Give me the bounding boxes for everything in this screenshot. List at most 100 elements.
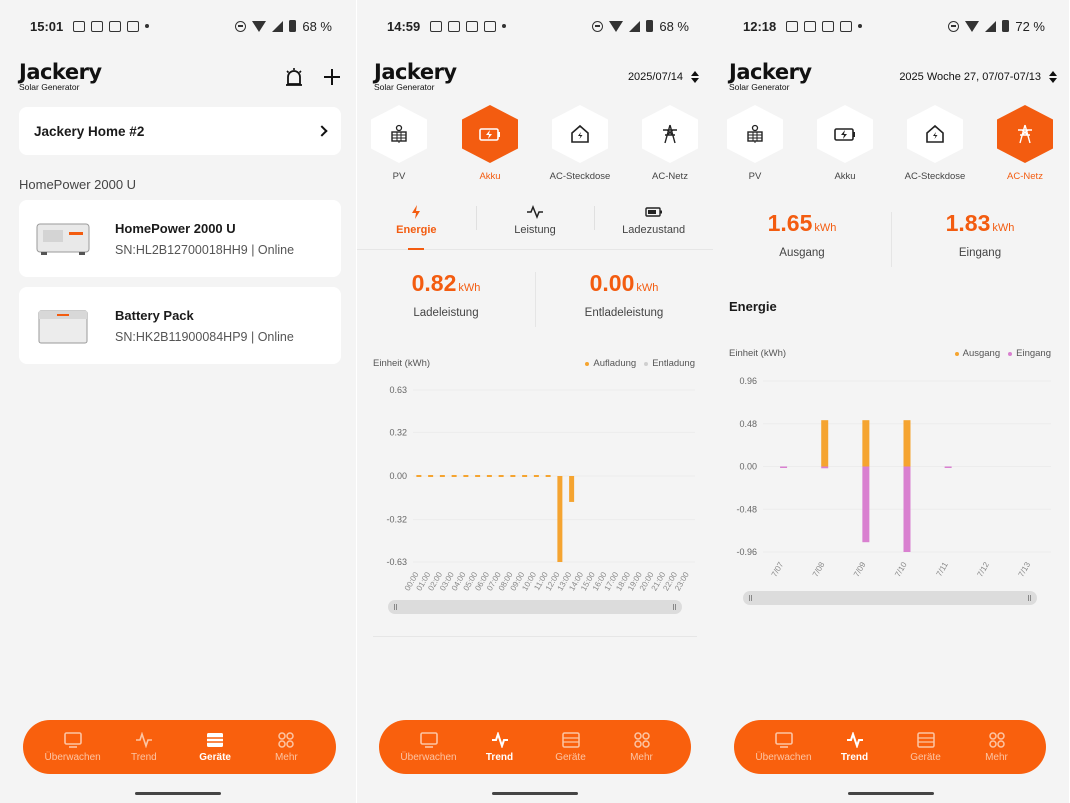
stat-label: Ladeleistung [413,307,479,319]
nav-monitor[interactable]: Überwachen [37,720,108,774]
trend-icon [846,732,863,748]
nav-label: Mehr [630,752,653,763]
nav-trend[interactable]: Trend [108,720,179,774]
home-name: Jackery Home #2 [34,123,145,139]
wifi-icon [965,20,980,32]
status-time: 12:18 [743,18,777,34]
legend-item[interactable]: Aufladung [585,358,636,369]
add-icon[interactable] [322,67,342,87]
jackery-logo: Jackery Solar Generator [729,62,812,92]
nav-trend[interactable]: Trend [819,720,890,774]
bar [780,466,788,468]
home-outlet-icon [926,124,944,143]
stat-discharge: 0.00 kWh Entladeleistung [535,270,713,342]
home-selector[interactable]: Jackery Home #2 [19,107,341,155]
bar [569,476,575,502]
device-card[interactable]: Battery Pack SN:HK2B11900084HP9 | Online [19,287,341,364]
tab-leistung[interactable]: Leistung [475,198,595,249]
legend-item[interactable]: Ausgang [954,348,1000,359]
solar-panel-icon [747,124,763,143]
app-header: Jackery Solar Generator 2025 Woche 27, 0… [729,60,1057,94]
more-icon [278,732,295,748]
power-tower-icon [663,124,677,144]
nav-monitor[interactable]: Überwachen [393,720,464,774]
y-tick-label: -0.48 [736,504,757,514]
more-icon [633,732,650,748]
device-card[interactable]: HomePower 2000 U SN:HL2B12700018HH9 | On… [19,200,341,277]
battery-icon [646,20,654,32]
y-tick-label: -0.96 [736,547,757,557]
home-indicator[interactable] [135,792,221,795]
legend-item[interactable]: Eingang [1008,348,1051,359]
tab-ladezustand[interactable]: Ladezustand [594,198,713,249]
grid-energy-chart: 0.96 0.48 0.00 -0.48 -0.96 7/07 7/08 7/09 7/10 7/… [736,376,1051,578]
hex-ac-outlet[interactable]: AC-Steckdose [899,105,971,182]
home-indicator[interactable] [848,792,934,795]
x-tick-label: 7/11 [935,560,951,578]
hex-pv[interactable]: PV [363,105,435,182]
more-icon [988,732,1005,748]
nav-devices[interactable]: Geräte [180,720,251,774]
source-selector: PV Akku AC-Steckdose AC-Netz [713,105,1069,182]
nav-label: Trend [130,752,157,763]
stat-label: Ausgang [779,247,825,259]
devices-icon [207,733,224,747]
stat-value: 1.83 [945,210,991,236]
legend-item[interactable]: Entladung [644,358,695,369]
y-tick-label: 0.48 [739,419,757,429]
chart-scrollbar[interactable] [388,600,682,614]
hex-label: AC-Steckdose [904,171,966,182]
notification-icons [73,20,150,32]
nav-monitor[interactable]: Überwachen [748,720,819,774]
nav-label: Geräte [199,752,231,763]
y-unit-label: Einheit (kWh) [729,348,787,359]
bottom-nav: Überwachen Trend Geräte Mehr [379,720,691,774]
bottom-nav: Überwachen Trend Geräte Mehr [734,720,1046,774]
y-tick-label: 0.63 [389,385,407,395]
chart-scrollbar[interactable] [743,591,1037,605]
hex-akku[interactable]: Akku [809,105,881,182]
source-selector: PV Akku AC-Steckdose AC-Netz [357,105,713,182]
legend-label: Aufladung [593,358,637,369]
home-indicator[interactable] [492,792,578,795]
section-title: Energie [729,299,777,314]
chevron-right-icon [316,125,328,137]
nav-devices[interactable]: Geräte [890,720,961,774]
y-tick-label: -0.63 [386,557,407,567]
hex-label: Akku [479,171,501,182]
nav-devices[interactable]: Geräte [535,720,606,774]
nav-more[interactable]: Mehr [251,720,322,774]
x-tick-label: 7/07 [770,560,786,578]
nav-trend[interactable]: Trend [464,720,535,774]
bar [862,420,870,467]
trend-icon [491,732,508,748]
signal-icon [629,20,641,32]
status-time: 14:59 [387,18,421,34]
hex-label: AC-Netz [1007,171,1043,182]
stat-value: 0.00 [589,270,635,296]
hex-ac-outlet[interactable]: AC-Steckdose [544,105,616,182]
status-bar: 14:59 68 % [357,0,713,52]
chart-legend: Einheit (kWh) Aufladung Entladung [373,358,695,369]
nav-label: Trend [485,752,514,763]
hex-ac-grid[interactable]: AC-Netz [989,105,1061,182]
status-bar: 15:01 68 % [0,0,356,52]
hex-akku[interactable]: Akku [454,105,526,182]
nav-more[interactable]: Mehr [606,720,677,774]
hex-label: PV [748,171,762,182]
hex-pv[interactable]: PV [719,105,791,182]
hex-ac-grid[interactable]: AC-Netz [634,105,706,182]
date-picker[interactable]: 2025/07/14 [628,71,699,83]
date-picker[interactable]: 2025 Woche 27, 07/07-07/13 [899,71,1057,83]
nav-more[interactable]: Mehr [961,720,1032,774]
date-value: 2025/07/14 [627,71,683,83]
energy-stats: 1.65 kWh Ausgang 1.83 kWh Eingang [713,210,1069,282]
stat-label: Eingang [958,247,1002,259]
signal-icon [985,20,997,32]
brand-name: Jackery [374,60,457,85]
energy-stats: 0.82 kWh Ladeleistung 0.00 kWh Entladeleistu… [357,270,713,342]
tab-energie[interactable]: Energie [357,198,476,250]
app-header: Jackery Solar Generator 2025/07/14 [374,60,699,94]
app-header: Jackery Solar Generator [19,60,342,94]
alarm-icon[interactable] [284,67,304,87]
